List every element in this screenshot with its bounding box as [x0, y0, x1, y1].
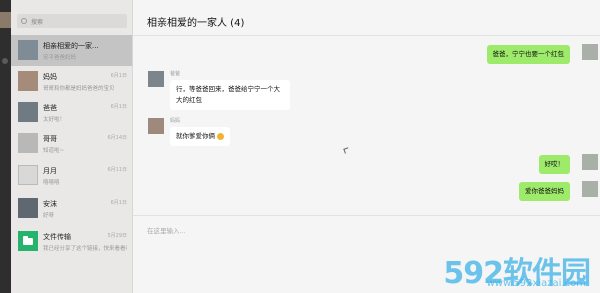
session-item[interactable]: 妈妈 6月1日 哥哥和你都是妈妈爸爸的宝贝 [11, 66, 133, 97]
sender-avatar[interactable] [148, 71, 164, 87]
search-placeholder: 搜索 [31, 18, 44, 26]
session-name: 哥哥 [43, 135, 57, 143]
my-avatar[interactable] [582, 154, 598, 170]
contact-avatar [18, 71, 38, 91]
contact-avatar [18, 198, 38, 218]
smile-emoji-icon [217, 132, 224, 140]
session-time: 5月29日 [107, 233, 127, 239]
session-preview: 我已经分享了这个链接，快来看看吧 [43, 246, 127, 252]
contact-avatar [18, 102, 38, 122]
group-avatar [18, 40, 38, 60]
session-name: 月月 [43, 167, 57, 175]
session-preview: 太好啦！ [43, 117, 66, 123]
session-name: 安沫 [43, 200, 57, 208]
message-text: 就你爹爱你俩 [176, 132, 215, 140]
message-input[interactable]: 在这里输入... [147, 225, 186, 235]
message-bubble-me[interactable]: 好哎！ [538, 155, 570, 174]
file-transfer-icon [18, 231, 38, 251]
search-box[interactable]: 搜索 [17, 14, 127, 28]
session-name: 妈妈 [43, 73, 57, 81]
chat-nav-icon[interactable] [2, 58, 8, 64]
message-bubble-other[interactable]: 就你爹爱你俩 [170, 127, 230, 146]
session-item[interactable]: 相亲相爱的一家... 安平爸爸妈妈 [11, 35, 133, 66]
my-avatar[interactable] [0, 12, 11, 28]
session-preview: 好呀 [43, 213, 55, 219]
my-avatar[interactable] [582, 181, 598, 197]
session-name: 爸爸 [43, 104, 57, 112]
message-bubble-me[interactable]: 爱你爸爸妈妈 [519, 182, 570, 201]
wechat-window: 搜索 相亲相爱的一家... 安平爸爸妈妈 妈妈 6月1日 哥哥和你都是妈妈爸爸的… [0, 0, 600, 293]
left-nav-bar [0, 0, 11, 293]
session-item[interactable]: 安沫 6月1日 好呀 [11, 193, 133, 224]
session-item[interactable]: 哥哥 6月14日 知道啦~ [11, 128, 133, 159]
session-item[interactable]: 文件传输 5月29日 我已经分享了这个链接，快来看看吧 [11, 226, 133, 257]
session-time: 6月1日 [110, 73, 127, 79]
contact-avatar [18, 165, 38, 185]
chat-title: 相亲相爱的一家人 (4) [147, 18, 245, 29]
search-icon [21, 18, 27, 24]
sender-name: 妈妈 [170, 118, 181, 124]
message-bubble-other[interactable]: 行，等爸爸回来，爸爸给宁宁一个大大的红包 [170, 80, 290, 110]
session-name: 文件传输 [43, 233, 71, 241]
watermark-url: www.592xiazai.com [486, 278, 586, 289]
header-divider [133, 35, 600, 36]
input-divider [133, 215, 600, 216]
sender-avatar[interactable] [148, 118, 164, 134]
mouse-cursor [343, 147, 350, 154]
sender-name: 爸爸 [170, 71, 181, 77]
session-preview: 嘻嘻嘻 [43, 180, 60, 186]
my-avatar[interactable] [582, 44, 598, 60]
session-list: 搜索 相亲相爱的一家... 安平爸爸妈妈 妈妈 6月1日 哥哥和你都是妈妈爸爸的… [11, 0, 133, 293]
session-item[interactable]: 爸爸 6月1日 太好啦！ [11, 97, 133, 128]
session-name: 相亲相爱的一家... [43, 42, 99, 50]
session-preview: 知道啦~ [43, 148, 65, 154]
session-time: 6月1日 [110, 104, 127, 110]
session-time: 6月11日 [107, 167, 127, 173]
contact-avatar [18, 133, 38, 153]
chat-panel: 相亲相爱的一家人 (4) 爸爸，宁宁也要一个红包 爸爸 行，等爸爸回来，爸爸给宁… [133, 0, 600, 293]
session-time: 6月14日 [107, 135, 127, 141]
session-preview: 安平爸爸妈妈 [43, 55, 77, 61]
message-bubble-me[interactable]: 爸爸，宁宁也要一个红包 [486, 45, 570, 64]
session-item[interactable]: 月月 6月11日 嘻嘻嘻 [11, 160, 133, 191]
session-preview: 哥哥和你都是妈妈爸爸的宝贝 [43, 86, 115, 92]
session-time: 6月1日 [110, 200, 127, 206]
